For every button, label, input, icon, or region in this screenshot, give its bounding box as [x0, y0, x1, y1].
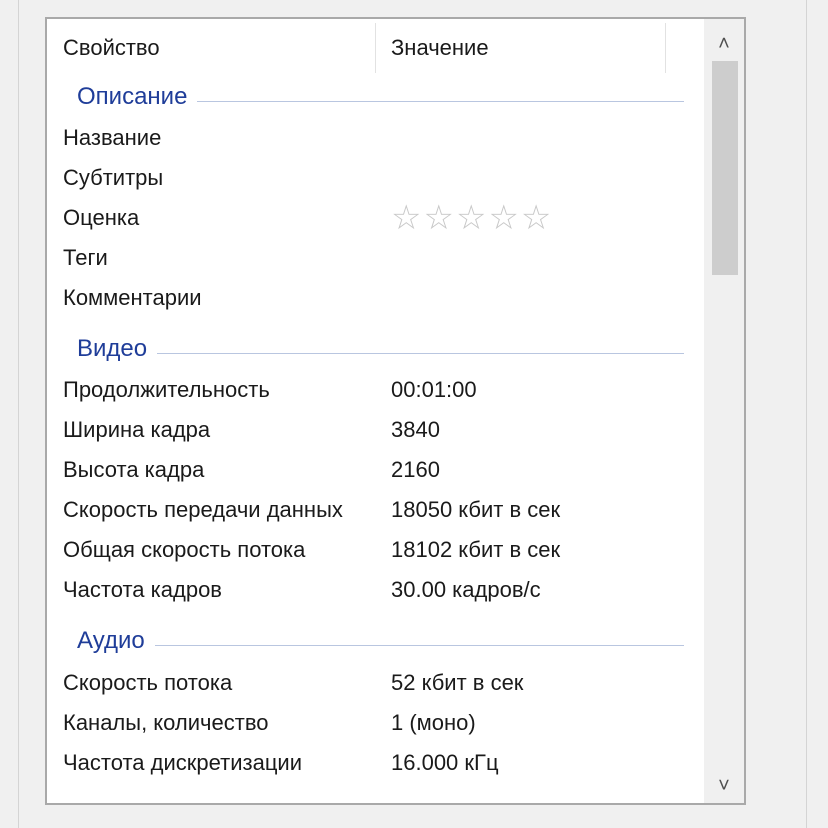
property-label: Название: [63, 125, 162, 150]
group-separator-line: [155, 645, 684, 646]
scroll-down-arrow-icon[interactable]: ˅: [704, 767, 744, 803]
property-row-title[interactable]: Название: [47, 119, 704, 159]
column-header-value[interactable]: Значение: [391, 35, 489, 61]
group-separator-line: [197, 101, 684, 102]
property-value: 1 (моно): [391, 710, 476, 735]
property-row-tags[interactable]: Теги: [47, 239, 704, 279]
property-label: Высота кадра: [63, 457, 205, 482]
property-value: 16.000 кГц: [391, 750, 499, 775]
group-title: Видео: [77, 335, 158, 363]
group-header-audio: Аудио: [47, 627, 704, 661]
property-label: Субтитры: [63, 165, 164, 190]
scrollbar-thumb[interactable]: [712, 61, 738, 275]
property-value: 18050 кбит в сек: [391, 497, 561, 522]
property-row-audio-bitrate[interactable]: Скорость потока 52 кбит в сек: [47, 664, 704, 704]
properties-list[interactable]: Свойство Значение Описание Название Субт…: [45, 17, 746, 805]
property-value: 2160: [391, 457, 440, 482]
property-label: Частота кадров: [63, 577, 222, 602]
property-label: Частота дискретизации: [63, 750, 303, 775]
column-header-property[interactable]: Свойство: [63, 35, 160, 61]
properties-content: Свойство Значение Описание Название Субт…: [47, 19, 704, 803]
property-label: Общая скорость потока: [63, 537, 306, 562]
column-divider[interactable]: [665, 23, 666, 73]
property-row-comments[interactable]: Комментарии: [47, 279, 704, 319]
property-value: 52 кбит в сек: [391, 670, 524, 695]
property-value: 3840: [391, 417, 440, 442]
property-row-frame-width[interactable]: Ширина кадра 3840: [47, 411, 704, 451]
rating-stars-icon[interactable]: ☆☆☆☆☆: [391, 199, 553, 237]
property-value: 30.00 кадров/с: [391, 577, 541, 602]
group-separator-line: [157, 353, 684, 354]
property-label: Теги: [63, 245, 108, 270]
property-value: 00:01:00: [391, 377, 477, 402]
property-row-frame-rate[interactable]: Частота кадров 30.00 кадров/с: [47, 571, 704, 611]
property-row-frame-height[interactable]: Высота кадра 2160: [47, 451, 704, 491]
property-value: 18102 кбит в сек: [391, 537, 561, 562]
panel-border-right: [806, 0, 807, 828]
property-label: Продолжительность: [63, 377, 270, 402]
column-header-row: Свойство Значение: [47, 19, 704, 77]
vertical-scrollbar[interactable]: ˄ ˅: [704, 19, 744, 803]
property-row-subtitles[interactable]: Субтитры: [47, 159, 704, 199]
property-row-data-rate[interactable]: Скорость передачи данных 18050 кбит в се…: [47, 491, 704, 531]
property-row-sample-rate[interactable]: Частота дискретизации 16.000 кГц: [47, 744, 704, 784]
property-label: Скорость потока: [63, 670, 233, 695]
property-label: Ширина кадра: [63, 417, 211, 442]
panel-border-left: [18, 0, 19, 828]
property-row-duration[interactable]: Продолжительность 00:01:00: [47, 371, 704, 411]
scroll-up-arrow-icon[interactable]: ˄: [704, 25, 744, 63]
property-label: Комментарии: [63, 285, 202, 310]
property-label: Оценка: [63, 205, 140, 230]
property-row-channels[interactable]: Каналы, количество 1 (моно): [47, 704, 704, 744]
property-label: Каналы, количество: [63, 710, 269, 735]
group-title: Аудио: [77, 627, 155, 655]
property-row-rating[interactable]: Оценка ☆☆☆☆☆: [47, 199, 704, 239]
group-title: Описание: [77, 83, 198, 111]
property-label: Скорость передачи данных: [63, 497, 343, 522]
property-row-total-bitrate[interactable]: Общая скорость потока 18102 кбит в сек: [47, 531, 704, 571]
column-divider[interactable]: [375, 23, 376, 73]
group-header-video: Видео: [47, 335, 704, 369]
group-header-description: Описание: [47, 83, 704, 117]
